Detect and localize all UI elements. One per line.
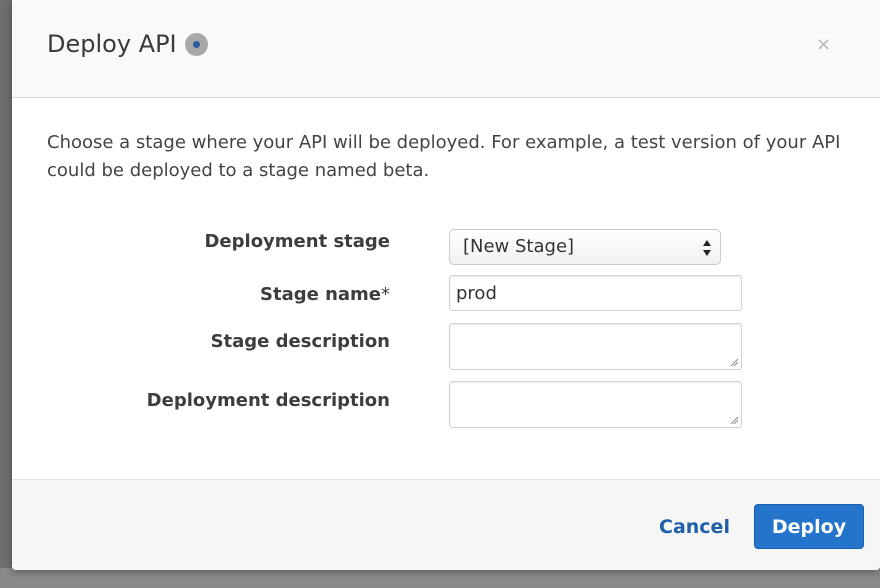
dialog-title-wrap: Deploy API xyxy=(47,30,208,58)
dialog-body: Choose a stage where your API will be de… xyxy=(12,99,880,479)
dialog-header: Deploy API × xyxy=(12,0,880,98)
intro-text: Choose a stage where your API will be de… xyxy=(47,132,841,181)
info-icon[interactable] xyxy=(184,32,208,56)
dialog-title: Deploy API xyxy=(47,30,177,58)
close-icon[interactable]: × xyxy=(816,36,831,54)
backdrop-overlay-bottom xyxy=(0,568,880,588)
deployment-stage-select[interactable]: [New Stage] xyxy=(449,229,721,265)
dialog-footer: Cancel Deploy xyxy=(12,479,880,570)
resize-handle-icon[interactable] xyxy=(729,415,739,425)
stage-name-label: Stage name* xyxy=(260,284,390,305)
deploy-button[interactable]: Deploy xyxy=(754,504,864,549)
required-mark: * xyxy=(381,284,390,305)
backdrop-overlay xyxy=(0,0,12,588)
deployment-stage-value: [New Stage] xyxy=(463,236,575,257)
select-arrows-icon xyxy=(703,240,711,256)
deployment-description-textarea[interactable] xyxy=(449,381,742,428)
stage-description-label: Stage description xyxy=(210,331,390,352)
resize-handle-icon[interactable] xyxy=(729,357,739,367)
deploy-api-dialog: Deploy API × Choose a stage where your A… xyxy=(12,0,880,570)
stage-name-label-text: Stage name xyxy=(260,284,381,305)
stage-name-input[interactable]: prod xyxy=(449,275,742,311)
deployment-description-label: Deployment description xyxy=(146,390,390,411)
stage-description-textarea[interactable] xyxy=(449,323,742,370)
cancel-button[interactable]: Cancel xyxy=(659,516,730,538)
deployment-stage-label: Deployment stage xyxy=(204,231,390,252)
